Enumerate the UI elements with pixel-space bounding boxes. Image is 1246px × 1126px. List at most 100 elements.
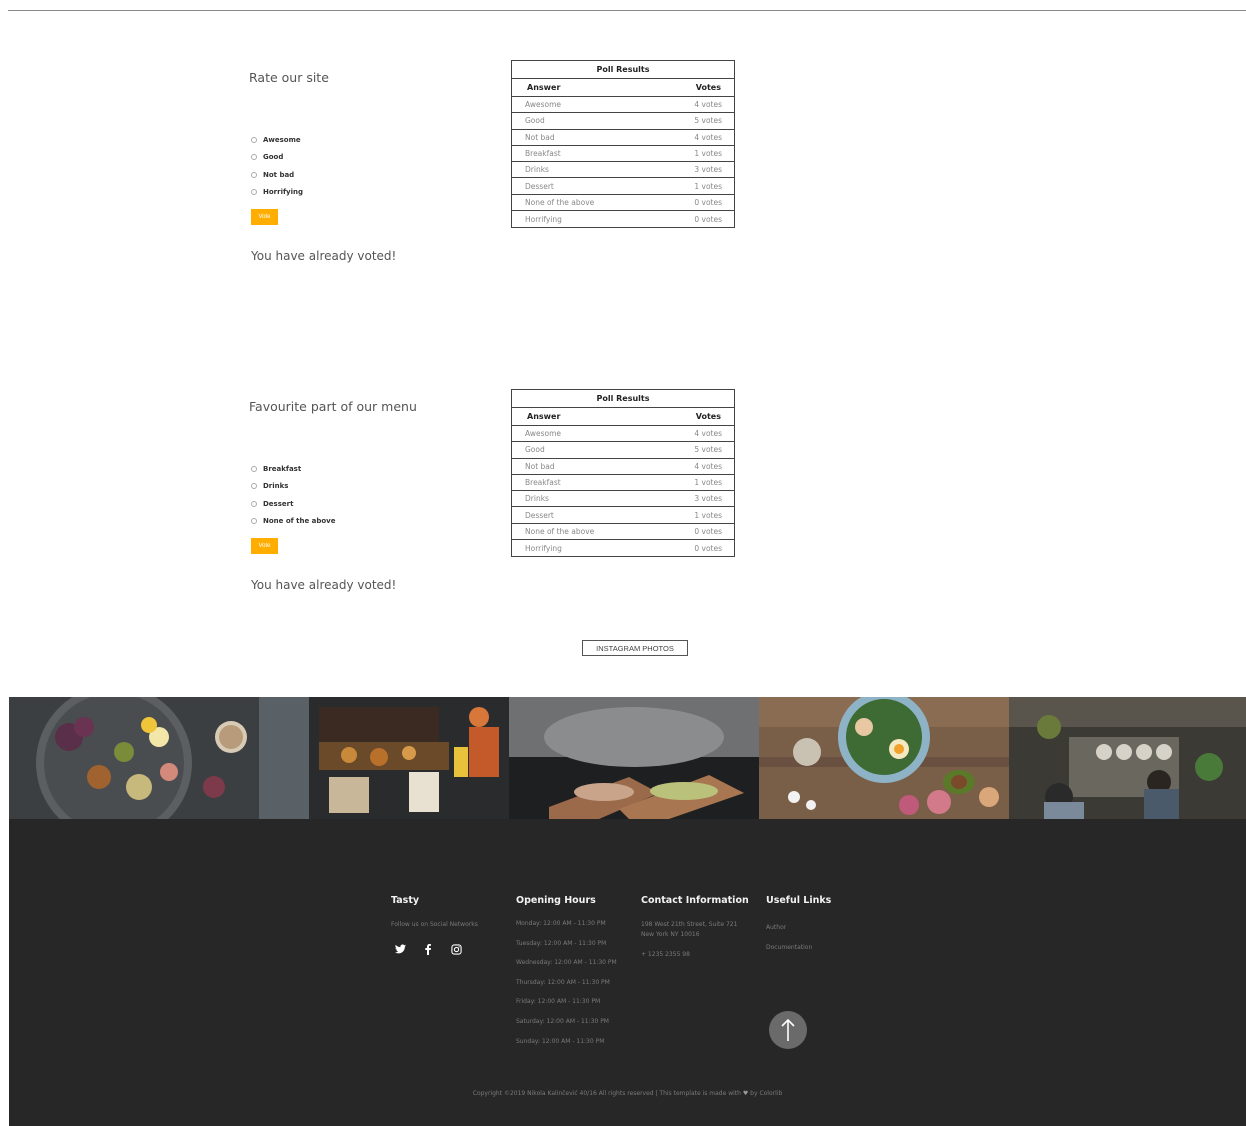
kitchen-grill-photo[interactable] <box>259 697 509 819</box>
table-row: Awesome 4 votes <box>512 426 734 443</box>
instagram-icon[interactable] <box>447 940 465 958</box>
radio-button[interactable] <box>251 136 257 143</box>
row-votes: 1 votes <box>694 149 722 159</box>
instagram-gallery <box>9 697 1246 819</box>
table-row: Awesome 4 votes <box>512 97 734 114</box>
salad-bowl-photo[interactable] <box>759 697 1009 819</box>
top-divider <box>8 10 1246 11</box>
radio-button[interactable] <box>251 465 257 472</box>
table-row: Not bad 4 votes <box>512 130 734 146</box>
arrow-up-icon <box>781 1018 795 1041</box>
author-link[interactable]: Author <box>766 924 831 944</box>
radio-button[interactable] <box>251 518 257 525</box>
votes-column-header: Votes <box>695 83 721 92</box>
option-label: Drinks <box>263 482 289 491</box>
row-votes: 1 votes <box>694 478 722 488</box>
radio-button[interactable] <box>251 171 257 178</box>
poll-option-not-bad[interactable]: Not bad <box>251 166 303 184</box>
back-to-top-button[interactable] <box>769 1011 807 1049</box>
row-votes: 3 votes <box>694 494 722 504</box>
poll-option-drinks[interactable]: Drinks <box>251 478 336 496</box>
social-links <box>391 940 478 958</box>
hours-item: Thursday: 12:00 AM - 11:30 PM <box>516 978 610 986</box>
restaurant-kitchen-photo[interactable] <box>1009 697 1246 819</box>
table-row: Dessert 1 votes <box>512 507 734 524</box>
hours-item: Saturday: 12:00 AM - 11:30 PM <box>516 1017 609 1025</box>
poll-results-table: Poll Results Answer Votes Awesome 4 votes… <box>511 60 735 229</box>
smoking-fish-photo[interactable] <box>509 697 759 819</box>
poll-title: Rate our site <box>249 70 329 85</box>
row-votes: 0 votes <box>694 526 722 536</box>
radio-button[interactable] <box>251 483 257 490</box>
row-votes: 5 votes <box>694 445 722 455</box>
vote-button[interactable]: Vote <box>251 209 278 225</box>
radio-button[interactable] <box>251 500 257 507</box>
documentation-link[interactable]: Documentation <box>766 944 831 964</box>
row-answer: Good <box>525 116 545 126</box>
row-answer: Not bad <box>525 461 555 471</box>
poll-option-none-of-the-above[interactable]: None of the above <box>251 513 336 531</box>
footer-links-column: Useful Links Author Documentation <box>766 895 831 963</box>
hours-item: Monday: 12:00 AM - 11:30 PM <box>516 920 606 927</box>
copyright-text: Copyright ©2019 Nikola Kalinčević 40/16 … <box>9 1090 1246 1097</box>
table-row: Breakfast 1 votes <box>512 146 734 163</box>
option-label: None of the above <box>263 517 336 526</box>
row-answer: Good <box>525 445 545 455</box>
row-answer: Awesome <box>525 429 561 439</box>
follow-text: Follow us on Social Networks <box>391 921 478 928</box>
poll-option-dessert[interactable]: Dessert <box>251 495 336 513</box>
row-answer: None of the above <box>525 197 595 207</box>
table-row: Breakfast 1 votes <box>512 475 734 492</box>
footer-brand-title: Tasty <box>391 895 420 906</box>
useful-links-title: Useful Links <box>766 895 832 906</box>
table-row: Good 5 votes <box>512 442 734 459</box>
hours-item: Sunday: 12:00 AM - 11:30 PM <box>516 1037 605 1045</box>
table-row: Not bad 4 votes <box>512 459 734 475</box>
results-caption: Poll Results <box>512 390 734 408</box>
instagram-photos-button[interactable]: INSTAGRAM PHOTOS <box>582 640 688 656</box>
row-votes: 5 votes <box>694 116 722 126</box>
copyright-main: Copyright ©2019 Nikola Kalinčević 40/16 … <box>472 1090 741 1097</box>
poll-option-good[interactable]: Good <box>251 149 303 167</box>
twitter-icon[interactable] <box>391 940 409 958</box>
table-row: Horrifying 0 votes <box>512 540 734 556</box>
row-answer: Not bad <box>525 132 555 142</box>
radio-button[interactable] <box>251 154 257 161</box>
row-answer: Dessert <box>525 181 554 191</box>
row-votes: 4 votes <box>694 100 722 110</box>
row-answer: Awesome <box>525 100 561 110</box>
footer-brand-column: Tasty Follow us on Social Networks <box>391 895 478 958</box>
contact-information-title: Contact Information <box>641 895 749 906</box>
table-row: None of the above 0 votes <box>512 524 734 541</box>
row-answer: Horrifying <box>525 214 562 224</box>
poll-option-awesome[interactable]: Awesome <box>251 131 303 149</box>
heart-icon: ♥ <box>742 1090 749 1097</box>
option-label: Good <box>263 153 284 162</box>
row-answer: Breakfast <box>525 149 561 159</box>
row-votes: 4 votes <box>694 132 722 142</box>
row-votes: 4 votes <box>694 429 722 439</box>
results-caption: Poll Results <box>512 61 734 79</box>
poll-option-breakfast[interactable]: Breakfast <box>251 460 336 478</box>
copyright-credit[interactable]: by Colorlib <box>750 1090 782 1097</box>
row-votes: 4 votes <box>694 461 722 471</box>
row-answer: Breakfast <box>525 478 561 488</box>
already-voted-message: You have already voted! <box>251 249 397 263</box>
facebook-icon[interactable] <box>419 940 437 958</box>
row-votes: 0 votes <box>694 214 722 224</box>
table-row: Drinks 3 votes <box>512 162 734 179</box>
vote-button[interactable]: Vote <box>251 538 278 554</box>
poll-option-horrifying[interactable]: Horrifying <box>251 184 303 202</box>
radio-button[interactable] <box>251 189 257 196</box>
option-label: Horrifying <box>263 188 303 197</box>
fruit-cheese-platter-photo[interactable] <box>9 697 259 819</box>
table-row: Good 5 votes <box>512 113 734 130</box>
poll-options: Awesome Good Not bad Horrifying <box>251 131 303 201</box>
table-row: Horrifying 0 votes <box>512 211 734 227</box>
row-answer: Dessert <box>525 510 554 520</box>
site-footer: Tasty Follow us on Social Networks Openi… <box>9 819 1246 1126</box>
row-answer: None of the above <box>525 526 595 536</box>
table-row: None of the above 0 votes <box>512 195 734 212</box>
row-votes: 1 votes <box>694 181 722 191</box>
footer-contact-column: Contact Information 198 West 21th Street… <box>641 895 749 960</box>
